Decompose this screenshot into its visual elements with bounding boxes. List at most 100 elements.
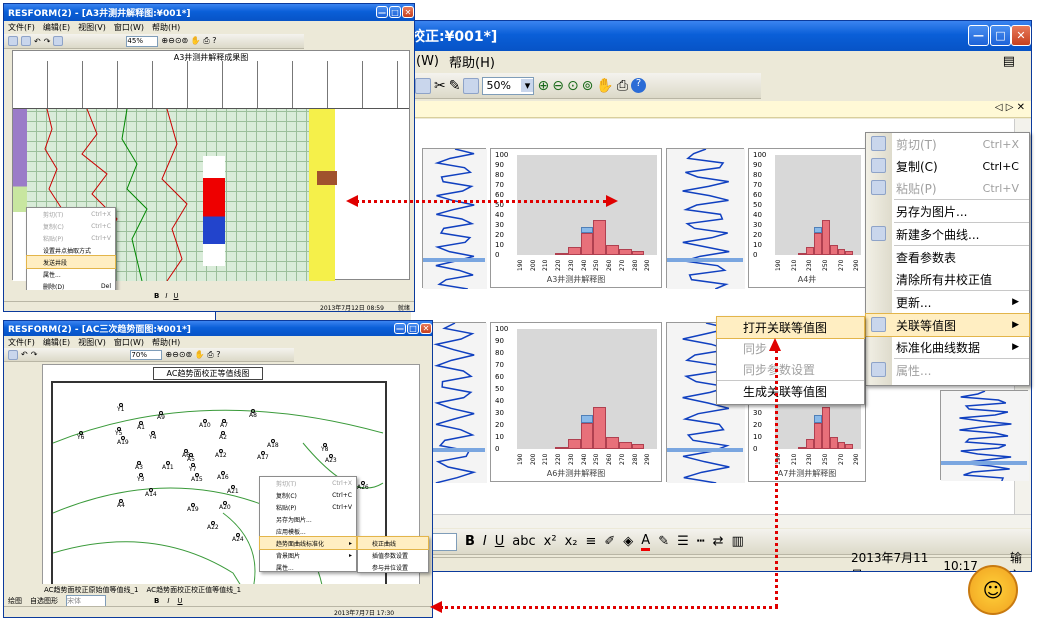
ac-tab-original[interactable]: AC趋势面校正原始值等值线_1 [44,585,139,595]
ac-bold-button[interactable]: B [154,597,159,605]
context-item[interactable]: 剪切(T) Ctrl+X [866,133,1029,155]
submenu-item[interactable]: 同步参数设置 [717,359,864,380]
ac-undo-icon[interactable]: ↶ [21,350,28,359]
submenu-item[interactable]: 同步 [717,338,864,359]
context-item[interactable]: 另存为图片... [866,200,1029,222]
pen-icon[interactable]: ✐ [604,534,615,549]
ac-italic-button[interactable]: I [167,597,169,605]
a3-minimize-button[interactable]: — [376,6,388,18]
ac-draw-menu[interactable]: 绘图 [8,596,22,606]
small-context-item[interactable]: 背景图片 ▸ [260,549,356,561]
small-context-item[interactable]: 粘贴(P) Ctrl+V [260,501,356,513]
ac-font-box[interactable]: 宋体 [66,594,106,607]
a3-italic-button[interactable]: I [165,292,167,300]
a3-bold-button[interactable]: B [154,292,159,300]
a3-zoom-select[interactable]: 45% [126,35,159,47]
shadow-icon[interactable]: ▥ [731,534,743,549]
ac-redo-icon[interactable]: ↷ [31,350,38,359]
a3-menu-item[interactable]: 帮助(H) [152,22,180,33]
submenu-item[interactable]: 生成关联等值图 [717,381,864,402]
paste-icon[interactable] [415,77,431,94]
line-style-icon[interactable]: ☰ [677,534,689,549]
context-item[interactable]: 粘贴(P) Ctrl+V [866,177,1029,199]
subscript-button[interactable]: x₂ [565,534,578,549]
a3-zoom-icons[interactable]: ⊕⊖⊙⊚ ✋ ⎙ ? [161,36,216,46]
minimize-button[interactable]: — [968,25,989,46]
ac-menu-item[interactable]: 文件(F) [8,337,35,348]
a3-undo-icon[interactable]: ↶ [34,37,41,46]
a3-menu-item[interactable]: 编辑(E) [43,22,70,33]
cut-icon[interactable]: ✂ [434,78,446,94]
zoom-page-icon[interactable]: ⊚ [582,78,594,94]
a3-menu-item[interactable]: 视图(V) [78,22,106,33]
fill-icon[interactable]: ◈ [623,534,633,549]
close-button[interactable]: ✕ [1011,25,1031,46]
maximize-button[interactable]: □ [990,25,1011,46]
ac-minimize-button[interactable]: — [394,323,406,334]
ac-submenu-item[interactable]: 校正曲线 [357,536,429,550]
zoom-fit-icon[interactable]: ⊙ [567,78,579,94]
small-context-item[interactable]: 属性... [260,561,356,573]
align-icon[interactable]: ≡ [585,534,596,549]
zoom-select[interactable]: 50% ▾ [482,76,535,95]
a3-save-icon[interactable] [8,36,18,46]
zoom-in-icon[interactable]: ⊕ [537,78,549,94]
small-context-item[interactable]: 趋势面曲线标准化 ▸ [259,536,357,550]
menu-help[interactable]: 帮助(H) [449,52,495,71]
hand-icon[interactable]: ✋ [596,78,613,94]
ac-maximize-button[interactable]: □ [407,323,419,334]
format-painter-icon[interactable]: ✎ [449,78,461,94]
font-color-icon[interactable]: A [641,533,651,551]
ac-tab-corrected[interactable]: AC趋势面校正校正值等值线_1 [147,585,242,595]
context-item[interactable]: 标准化曲线数据 ▶ [866,336,1029,358]
a3-menu-item[interactable]: 窗口(W) [114,22,144,33]
italic-button[interactable]: I [483,534,487,549]
context-item[interactable]: 新建多个曲线... [866,223,1029,245]
context-item[interactable]: 更新... ▶ [866,291,1029,313]
submenu-item[interactable]: 打开关联等值图 [716,316,865,339]
ac-submenu-item[interactable]: 参与井位设置 [358,561,428,573]
ac-underline-button[interactable]: U [177,597,182,605]
doc-menu-icon[interactable]: ▤ [1003,54,1015,69]
small-context-item[interactable]: 复制(C) Ctrl+C [27,220,115,232]
small-context-item[interactable]: 剪切(T) Ctrl+X [260,477,356,489]
ac-menu-item[interactable]: 编辑(E) [43,337,70,348]
context-item[interactable]: 查看参数表 [866,246,1029,268]
a3-maximize-button[interactable]: □ [389,6,401,18]
ac-save-icon[interactable] [8,349,18,360]
context-item[interactable]: 关联等值图 ▶ [865,313,1030,337]
a3-title-bar[interactable]: RESFORM(2) - [A3井测井解释图:¥001*] [4,4,414,21]
zoom-out-icon[interactable]: ⊖ [552,78,564,94]
dash-style-icon[interactable]: ┅ [697,534,705,549]
ac-autoshape-menu[interactable]: 自选图形 [30,596,58,606]
ac-zoom-select[interactable]: 70% [130,349,163,360]
a3-underline-button[interactable]: U [173,292,178,300]
bold-button[interactable]: B [465,534,475,549]
print-icon[interactable]: ⎙ [617,78,628,94]
small-context-item[interactable]: 剪切(T) Ctrl+X [27,208,115,220]
small-context-item[interactable]: 粘贴(P) Ctrl+V [27,232,115,244]
small-context-item[interactable]: 复制(C) Ctrl+C [260,489,356,501]
a3-redo-icon[interactable]: ↷ [44,37,51,46]
small-context-item[interactable]: 属性... [27,268,115,280]
arrow-style-icon[interactable]: ⇄ [713,534,724,549]
small-context-item[interactable]: 发送井段 [26,255,116,269]
small-context-item[interactable]: 设置井点抽取方式 [27,244,115,256]
nav-arrows[interactable]: ◁ ▷ ✕ [995,102,1025,113]
a3-copy-icon[interactable] [53,36,64,46]
ac-submenu-item[interactable]: 插值参数设置 [358,549,428,561]
context-item[interactable]: 复制(C) Ctrl+C [866,155,1029,177]
insert-icon[interactable] [463,77,480,94]
ac-title-bar[interactable]: RESFORM(2) - [AC三次趋势面图:¥001*] [4,321,432,336]
small-context-item[interactable]: 应用模板... [260,525,356,537]
context-item[interactable]: 清除所有井校正值 [866,268,1029,290]
a3-open-icon[interactable] [21,36,31,46]
underline-button[interactable]: U [495,534,505,549]
strike-button[interactable]: abc [512,534,535,549]
a3-close-button[interactable]: ✕ [402,6,414,18]
help-icon[interactable]: ? [631,78,647,93]
ac-menu-item[interactable]: 视图(V) [78,337,106,348]
small-context-item[interactable]: 另存为图片... [260,513,356,525]
menu-w[interactable]: (W) [416,54,439,69]
ac-menu-item[interactable]: 窗口(W) [114,337,144,348]
